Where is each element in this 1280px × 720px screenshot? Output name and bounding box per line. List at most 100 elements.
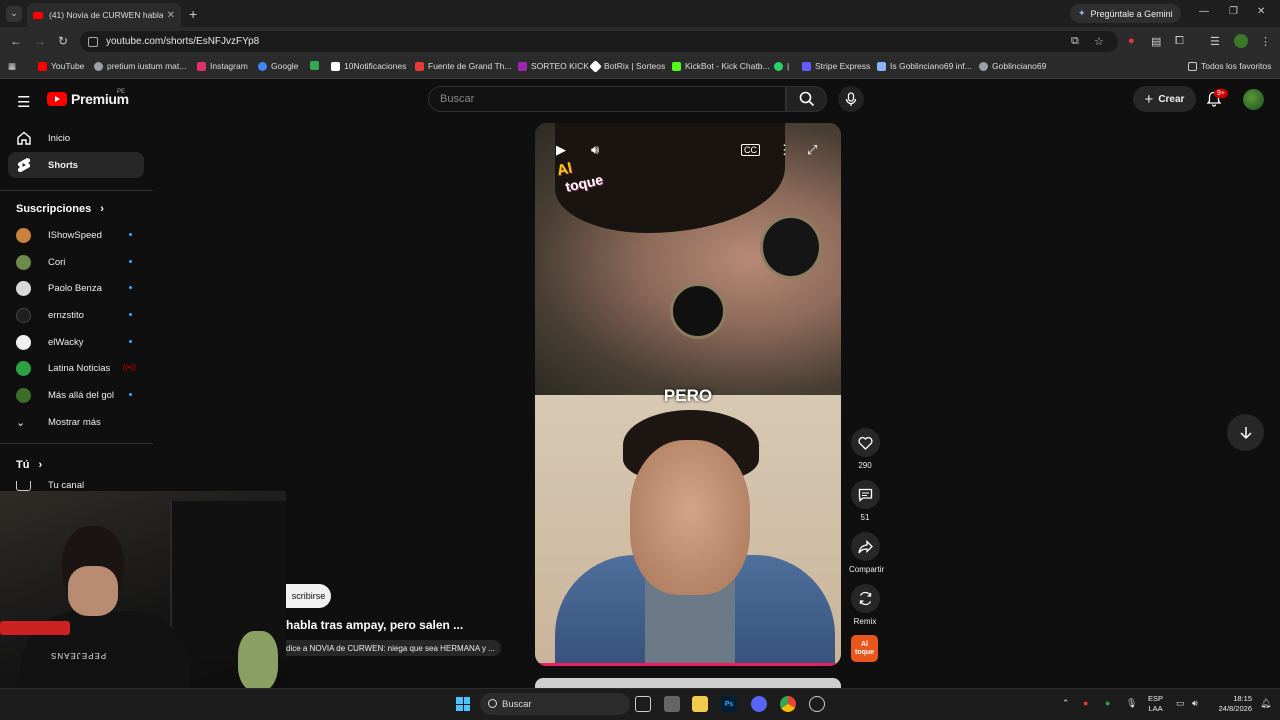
like-button[interactable]: 290 xyxy=(849,428,881,470)
sidebar-item-home[interactable]: Inicio xyxy=(8,125,144,151)
subscription-cori[interactable]: Cori xyxy=(16,252,136,272)
network-icon[interactable]: ▭ xyxy=(1176,698,1185,709)
chrome-icon[interactable] xyxy=(780,696,796,712)
bookmark-youtube[interactable]: YouTube xyxy=(38,61,84,71)
search-input[interactable]: Buscar xyxy=(428,86,786,112)
subscription-ishowspeed[interactable]: IShowSpeed xyxy=(16,225,136,245)
bookmark-google[interactable]: Google xyxy=(258,61,298,71)
hamburger-menu-icon[interactable]: ☰ xyxy=(17,93,30,111)
new-content-dot xyxy=(129,340,132,343)
bookmark-instagram[interactable]: Instagram xyxy=(197,61,248,71)
maximize-icon[interactable]: ❐ xyxy=(1229,6,1238,17)
windows-start-icon[interactable] xyxy=(456,697,470,711)
tab-search-button[interactable]: ⌄ xyxy=(6,5,22,22)
browser-tab-active[interactable]: (41) Novia de CURWEN habla tras ampay, p… xyxy=(27,3,181,27)
app-icon[interactable] xyxy=(664,696,680,712)
gemini-button[interactable]: ✦ Pregúntale a Gemini xyxy=(1070,4,1181,23)
subscribe-button[interactable]: scribirse xyxy=(286,584,331,608)
sidebar-item-shorts[interactable]: Shorts xyxy=(8,152,144,178)
bookmark-goblinciano-info[interactable]: Is Goblinciano69 inf... xyxy=(877,61,972,71)
captions-cc-icon[interactable]: CC xyxy=(741,144,760,156)
you-heading[interactable]: Tú › xyxy=(16,459,42,471)
more-options-icon[interactable]: ⋮ xyxy=(778,142,791,158)
create-button[interactable]: + Crear xyxy=(1133,86,1196,112)
account-avatar[interactable] xyxy=(1243,89,1264,110)
show-more-button[interactable]: ⌄ Mostrar más xyxy=(16,412,136,432)
bookmark-pretium[interactable]: pretium iustum mat... xyxy=(94,61,186,71)
task-view-icon[interactable] xyxy=(635,696,651,712)
omnibox[interactable]: youtube.com/shorts/EsNFJvzFYp8 xyxy=(80,31,1118,52)
channel-thumbnail[interactable]: Al toque xyxy=(851,635,878,662)
share-button[interactable]: Compartir xyxy=(849,532,884,574)
bookmark-gta-source[interactable]: Fuente de Grand Th... xyxy=(415,61,511,71)
reading-list-icon[interactable]: ☰ xyxy=(1210,35,1220,48)
volume-icon[interactable]: 🔊︎ xyxy=(591,142,599,158)
bookmark-whatsapp[interactable]: | xyxy=(774,61,789,71)
next-short-button[interactable] xyxy=(1227,414,1264,451)
close-tab-icon[interactable]: ✕ xyxy=(167,10,175,21)
reload-icon[interactable]: ↻ xyxy=(58,34,68,48)
bookmark-goblinciano[interactable]: Goblinciano69 xyxy=(979,61,1046,71)
subscription-mas-alla-del-gol[interactable]: Más allá del gol xyxy=(16,385,136,405)
bookmark-stripe[interactable]: Stripe Express xyxy=(802,61,870,71)
youtube-premium-logo[interactable]: Premium PE xyxy=(47,89,129,107)
video-description-chip[interactable]: dice a NOVIA de CURWEN: niega que sea HE… xyxy=(286,640,501,656)
photoshop-icon[interactable]: Ps xyxy=(721,696,737,712)
bookmark-x-notifications[interactable]: 10Notificaciones xyxy=(331,61,406,71)
streamer-face xyxy=(68,566,118,616)
new-tab-button[interactable]: + xyxy=(189,6,197,22)
subscriptions-heading[interactable]: Suscripciones › xyxy=(16,203,104,215)
apps-grid-icon[interactable]: ▦ xyxy=(8,61,16,72)
bookmark-botrix[interactable]: BotRix | Sorteos xyxy=(589,59,665,73)
subscription-latina-noticias[interactable]: Latina Noticias ((•)) xyxy=(16,358,136,378)
bookmark-label: Google xyxy=(271,61,299,71)
back-arrow-icon[interactable]: ← xyxy=(10,34,22,48)
channel-name: IShowSpeed xyxy=(48,229,102,241)
fullscreen-icon[interactable]: ⤢ xyxy=(807,142,817,158)
botrix-icon xyxy=(589,59,602,73)
extensions-puzzle-icon[interactable]: ⧠ xyxy=(1175,35,1184,48)
site-info-icon[interactable] xyxy=(88,36,98,47)
remix-button[interactable]: Remix xyxy=(849,584,881,626)
channel-avatar xyxy=(16,227,31,243)
speaker-icon[interactable]: 🔊︎ xyxy=(1192,698,1198,709)
all-bookmarks-folder[interactable]: Todos los favoritos xyxy=(1188,61,1271,71)
file-explorer-icon[interactable] xyxy=(692,696,708,712)
discord-icon[interactable] xyxy=(751,696,767,712)
subscription-paolo-benza[interactable]: Paolo Benza xyxy=(16,278,136,298)
bookmark-label: Goblinciano69 xyxy=(992,61,1047,71)
tray-shield-icon[interactable]: ● xyxy=(1105,698,1110,708)
play-icon[interactable]: ▶ xyxy=(556,142,566,158)
system-clock[interactable]: 18:15 24/8/2026 xyxy=(1212,694,1252,714)
bookmarks-bar: ▦ YouTube pretium iustum mat... Instagra… xyxy=(0,55,1280,79)
tray-app-icon[interactable]: ● xyxy=(1083,698,1088,708)
next-short-preview[interactable] xyxy=(535,678,841,688)
shorts-video-player[interactable]: PERO Al toque ▶ 🔊︎ CC ⋮ ⤢ xyxy=(535,123,841,666)
bookmark-sorteo-kick[interactable]: SORTEO KICK xyxy=(518,61,589,71)
subscription-elwacky[interactable]: elWacky xyxy=(16,332,136,352)
input-language[interactable]: ESP LAA xyxy=(1148,694,1163,714)
bookmark-star-icon[interactable]: ☆ xyxy=(1094,35,1104,48)
close-window-icon[interactable]: ✕ xyxy=(1257,6,1265,17)
extension-red-icon[interactable]: ● xyxy=(1128,35,1135,47)
search-button[interactable] xyxy=(786,86,827,112)
bookmark-unnamed[interactable] xyxy=(310,61,319,70)
video-progress-bar[interactable] xyxy=(535,663,841,666)
subscription-ernzstito[interactable]: ernzstito xyxy=(16,305,136,325)
install-app-icon[interactable]: ⧉ xyxy=(1071,35,1079,48)
taskbar-search[interactable]: Buscar xyxy=(480,693,630,715)
forward-arrow-icon[interactable]: → xyxy=(34,34,46,48)
voice-search-button[interactable] xyxy=(838,86,864,112)
tray-chevron-up-icon[interactable]: ⌃ xyxy=(1062,698,1070,709)
comments-button[interactable]: 51 xyxy=(849,480,881,522)
obs-icon[interactable] xyxy=(809,696,825,712)
bookmark-kickbot[interactable]: KickBot - Kick Chatb... xyxy=(672,61,770,71)
sidebar-item-your-channel[interactable]: Tu canal xyxy=(16,481,136,491)
extension-card-icon[interactable]: ▤ xyxy=(1151,35,1161,48)
tray-microphone-icon[interactable]: 🎙︎ xyxy=(1126,698,1137,709)
video-title[interactable]: habla tras ampay, pero salen ... xyxy=(286,618,463,632)
minimize-icon[interactable]: — xyxy=(1199,6,1209,17)
chrome-menu-icon[interactable]: ⋮ xyxy=(1260,35,1271,48)
profile-avatar-icon[interactable] xyxy=(1234,34,1248,48)
notification-center-icon[interactable]: 🔔︎ xyxy=(1260,698,1271,709)
